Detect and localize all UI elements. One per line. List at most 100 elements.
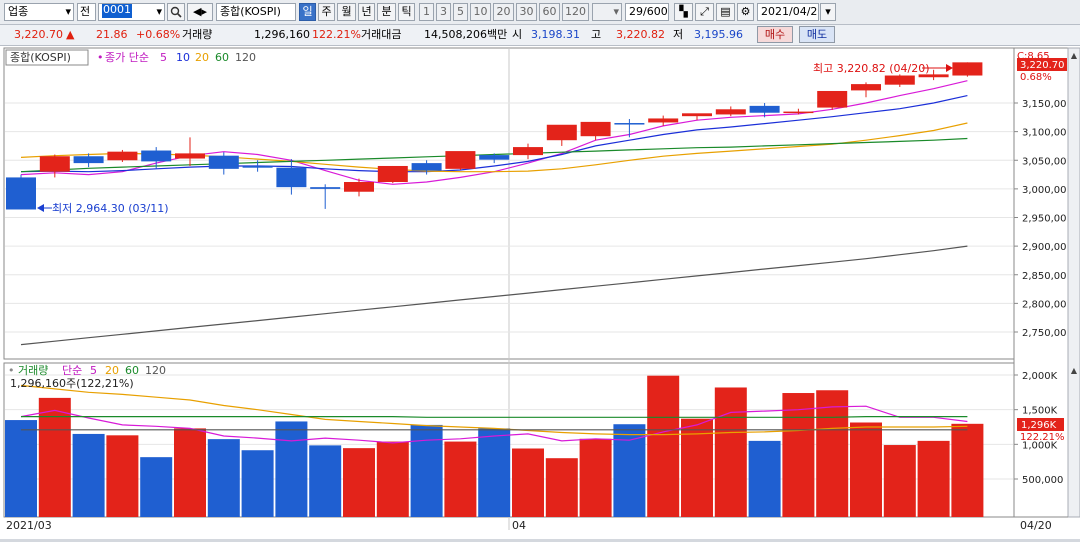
code-value: 0001	[102, 4, 132, 18]
legend-marker: •	[8, 364, 15, 377]
sound-icon[interactable]: ◀▸	[187, 3, 213, 21]
period-day[interactable]: 일	[299, 3, 316, 21]
vol-tag: 1,296K	[1021, 420, 1057, 431]
volume-bar	[647, 375, 680, 517]
candlestick-chart[interactable]: ▲ ▲ 3,150,00 3,100,00 3,050,00 3,000,00 2,95…	[0, 46, 1080, 539]
interval-3[interactable]: 3	[436, 3, 451, 21]
volume-value: 1,296,160	[254, 28, 310, 41]
vol-pct-tag: 122.21%	[1020, 432, 1065, 443]
interval-label: 3	[440, 5, 447, 18]
candle-body	[715, 109, 746, 115]
volume-bar	[174, 428, 206, 517]
volume-bar	[545, 458, 578, 517]
open-value: 3,198.31	[531, 28, 580, 41]
volume-bar	[410, 424, 443, 517]
period-label: 일	[302, 5, 313, 18]
candle-body	[580, 121, 611, 137]
candle-body	[310, 187, 341, 189]
chart-settings-icon[interactable]: ▤	[716, 3, 735, 21]
scrollbar[interactable]	[1067, 47, 1080, 518]
volume-bar	[140, 457, 173, 517]
count-value: 29/600	[629, 5, 668, 18]
volume-label: 거래량	[182, 28, 213, 41]
low-label: 저	[673, 28, 684, 41]
price-change: 21.86	[96, 28, 128, 41]
chevron-down-icon: ▾	[65, 5, 71, 18]
interval-60[interactable]: 60	[539, 3, 560, 21]
candle-body	[445, 151, 476, 169]
candle-body	[141, 150, 172, 162]
sell-button[interactable]: 매도	[799, 26, 835, 43]
period-month[interactable]: 월	[337, 3, 356, 21]
chevron-down-icon: ▾	[825, 5, 831, 18]
chevron-down-icon: ▾	[613, 5, 619, 18]
x-axis-right-label: 04/20	[1020, 519, 1052, 532]
current-volume-label: 1,296,160주(122,21%)	[10, 377, 134, 390]
date-field[interactable]: 2021/04/20	[757, 3, 819, 21]
quote-bar: 3,220.70 ▲ 21.86 +0.68% 거래량 1,296,160 12…	[0, 25, 1080, 46]
tool-crosshair-icon[interactable]: ▚	[674, 3, 693, 21]
period-label: 월	[341, 5, 352, 18]
market-type-label: 전	[80, 5, 91, 18]
count-field[interactable]: 29/600	[625, 3, 669, 21]
price-tick-label: 2,750,00	[1022, 328, 1067, 339]
ma-legend-label: 종가 단순	[105, 51, 149, 64]
candle-body	[344, 182, 374, 192]
market-select[interactable]: 업종 ▾	[4, 3, 74, 21]
interval-5[interactable]: 5	[453, 3, 468, 21]
candle-body	[6, 177, 36, 210]
search-icon[interactable]	[167, 3, 185, 21]
interval-10[interactable]: 10	[470, 3, 491, 21]
interval-20[interactable]: 20	[493, 3, 514, 21]
interval-label: 60	[542, 5, 557, 18]
interval-120[interactable]: 120	[562, 3, 589, 21]
candle-body	[73, 156, 104, 164]
index-name-field: 종합(KOSPI)	[216, 3, 296, 21]
volume-bar	[309, 445, 342, 517]
calendar-dropdown[interactable]: ▾	[820, 3, 836, 21]
period-label: 년	[361, 5, 372, 18]
vol-ma-legend-5: 5	[90, 364, 97, 377]
interval-label: 10	[473, 5, 488, 18]
amount-label: 거래대금	[361, 28, 402, 41]
period-week[interactable]: 주	[318, 3, 335, 21]
period-tick[interactable]: 틱	[398, 3, 415, 21]
pct-tag: 0.68%	[1020, 72, 1052, 83]
volume-tick-label: 2,000K	[1022, 371, 1058, 382]
min-annotation: 최저 2,964.30 (03/11)	[52, 202, 169, 215]
buy-button[interactable]: 매수	[757, 26, 793, 43]
volume-bar	[106, 435, 139, 517]
current-price: 3,220.70	[14, 28, 63, 41]
chart-area[interactable]: ▲ ▲ 3,150,00 3,100,00 3,050,00 3,000,00 2,95…	[0, 46, 1080, 539]
candle-body	[208, 155, 239, 169]
ma-legend-60: 60	[215, 51, 229, 64]
volume-bar	[816, 390, 849, 517]
gear-icon[interactable]: ⚙	[737, 3, 754, 21]
volume-bar	[613, 424, 646, 517]
period-year[interactable]: 년	[358, 3, 375, 21]
up-arrow-icon: ▲	[66, 28, 75, 41]
x-axis-label-april: 04	[512, 519, 526, 532]
interval-dropdown[interactable]: ▾	[592, 3, 622, 21]
vol-ma-legend-60: 60	[125, 364, 139, 377]
volume-bar	[478, 428, 511, 517]
interval-label: 1	[423, 5, 430, 18]
interval-30[interactable]: 30	[516, 3, 537, 21]
max-annotation: 최고 3,220.82 (04/20)	[813, 62, 930, 75]
code-input[interactable]: 0001 ▾	[98, 3, 165, 21]
market-type-button[interactable]: 전	[77, 3, 96, 21]
price-tick-label: 2,900,00	[1022, 242, 1067, 253]
interval-label: 30	[519, 5, 534, 18]
ma-legend-20: 20	[195, 51, 209, 64]
candle-body	[276, 167, 307, 188]
high-value: 3,220.82	[616, 28, 665, 41]
candle-body	[952, 62, 983, 76]
volume-bar	[444, 441, 477, 517]
x-axis-band	[0, 518, 1080, 539]
volume-pct: 122.21%	[312, 28, 361, 41]
period-minute[interactable]: 분	[377, 3, 396, 21]
interval-1[interactable]: 1	[419, 3, 434, 21]
open-label: 시	[512, 28, 523, 41]
period-label: 틱	[401, 5, 412, 18]
trendline-icon[interactable]: ⤢	[695, 3, 714, 21]
